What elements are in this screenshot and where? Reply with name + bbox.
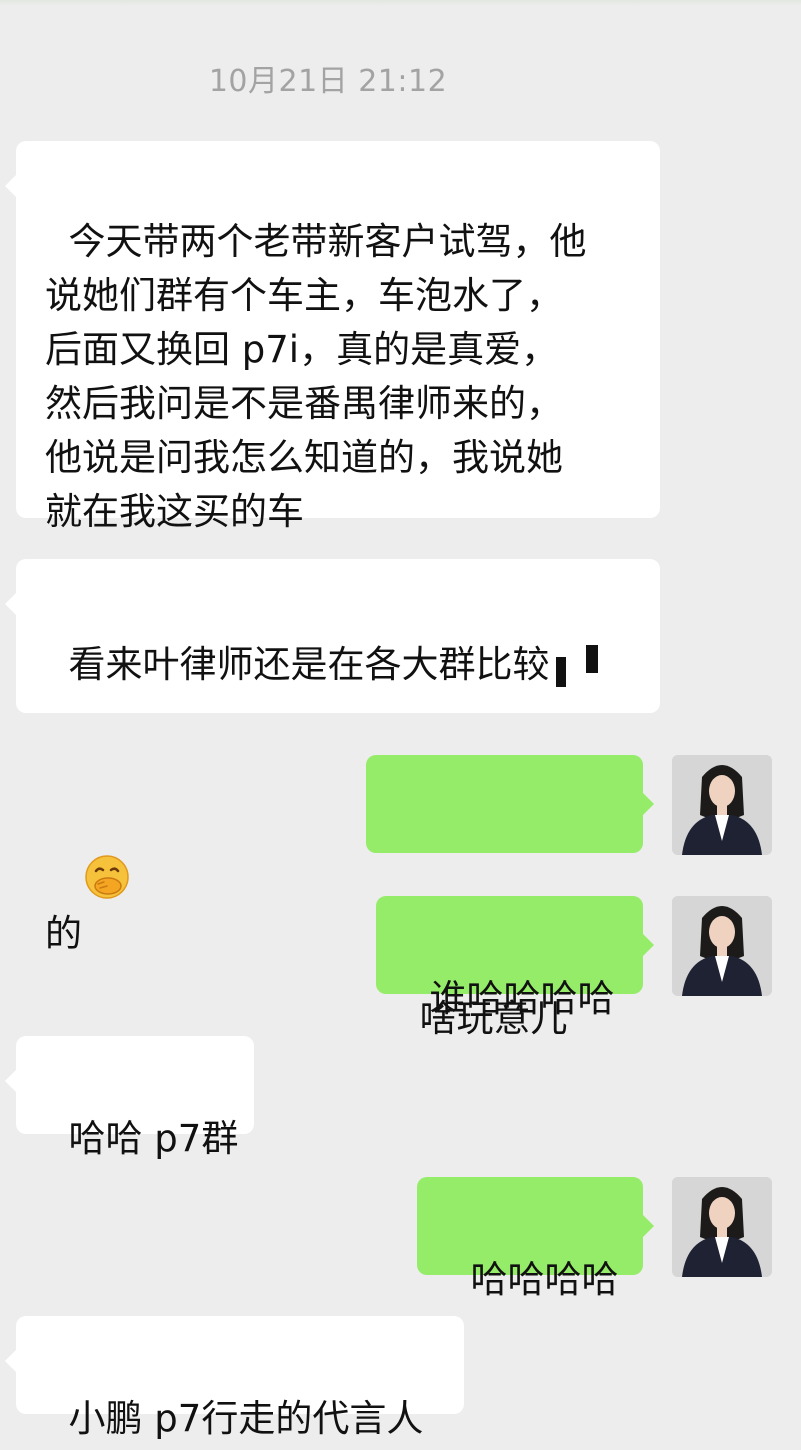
tears-of-joy-emoji bbox=[570, 831, 616, 983]
message-bubble-incoming[interactable]: 哈哈 p7群 bbox=[5, 1036, 254, 1160]
hand-over-mouth-emoji bbox=[84, 746, 130, 899]
redaction-mark bbox=[554, 645, 598, 687]
message-text: 今天带两个老带新客户试驾，他 说她们群有个车主，车泡水了， 后面又换回 p7i，… bbox=[45, 220, 587, 533]
message-timestamp: 10月21日 21:12 bbox=[208, 64, 448, 99]
message-text: 的 bbox=[45, 912, 82, 955]
avatar-icon[interactable] bbox=[672, 1177, 772, 1277]
avatar-icon[interactable] bbox=[672, 896, 772, 996]
top-divider bbox=[0, 0, 801, 6]
avatar-icon[interactable] bbox=[672, 755, 772, 855]
message-bubble-outgoing[interactable]: 哈哈哈哈 bbox=[417, 1177, 654, 1301]
message-bubble-incoming[interactable]: 今天带两个老带新客户试驾，他 说她们群有个车主，车泡水了， 后面又换回 p7i，… bbox=[5, 141, 660, 533]
message-text: 哈哈 p7群 bbox=[68, 1117, 239, 1160]
message-bubble-incoming[interactable]: 看来叶律师还是在各大群比较 的 bbox=[5, 559, 660, 955]
message-text: 哈哈哈哈 bbox=[470, 1258, 619, 1301]
message-bubble-outgoing[interactable]: 谁哈哈哈哈 bbox=[376, 896, 654, 1020]
message-text: 看来叶律师还是在各大群比较 bbox=[68, 643, 550, 686]
message-text: 谁哈哈哈哈 bbox=[429, 977, 615, 1020]
message-bubble-outgoing[interactable]: 啥玩意儿 bbox=[366, 755, 654, 1040]
message-text: 小鹏 p7行走的代言人 bbox=[68, 1397, 424, 1440]
message-bubble-incoming[interactable]: 小鹏 p7行走的代言人 bbox=[5, 1316, 464, 1440]
